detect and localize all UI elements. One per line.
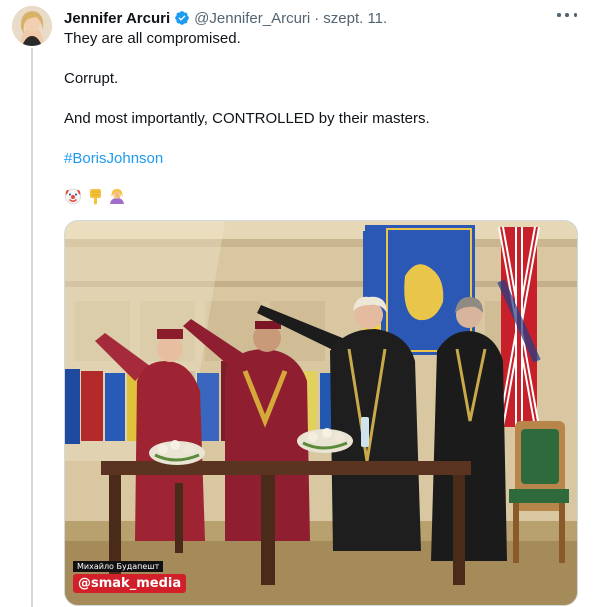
timestamp[interactable]: szept. 11. [323,10,387,27]
tweet-header: Jennifer Arcuri @Jennifer_Arcuri · szept… [64,8,597,28]
pointing-down-icon [90,189,101,205]
tweet-line-3: And most importantly, CONTROLLED by thei… [64,110,430,127]
verified-badge-icon [175,11,189,25]
tweet-line-1: They are all compromised. [64,30,241,47]
photo-watermark: Михайло Будапешт @smak_media [73,556,187,593]
author-handle[interactable]: @Jennifer_Arcuri [194,10,310,27]
watermark-name: Михайло Будапешт [73,561,164,572]
tweet-line-2: Corrupt. [64,70,119,87]
separator-dot: · [314,9,320,27]
ceremony-photo-illustration [65,221,577,605]
hashtag-link[interactable]: #BorisJohnson [64,149,163,169]
clown-face-icon [65,188,81,205]
thread-line [31,48,33,607]
avatar[interactable] [12,6,52,46]
avatar-image [12,6,52,46]
more-options-icon[interactable] [557,8,577,22]
woman-facepalming-icon [110,189,124,204]
tweet[interactable]: Jennifer Arcuri @Jennifer_Arcuri · szept… [0,0,607,607]
display-name[interactable]: Jennifer Arcuri [64,10,170,27]
tweet-photo[interactable]: Михайло Будапешт @smak_media [64,220,578,606]
emoji-row [64,187,126,207]
watermark-handle: @smak_media [73,574,187,593]
